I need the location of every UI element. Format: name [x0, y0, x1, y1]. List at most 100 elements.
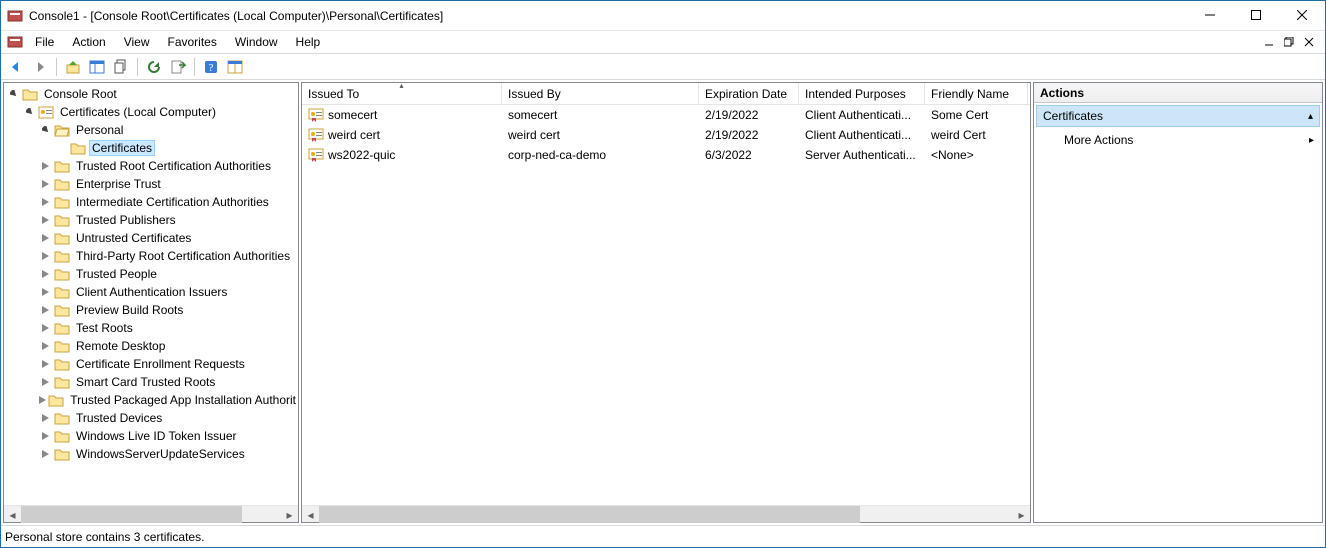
menu-help[interactable]: Help: [288, 33, 329, 51]
cell-purposes: Client Authenticati...: [799, 128, 925, 142]
minimize-button[interactable]: [1187, 1, 1233, 29]
tree-label: Trusted Packaged App Installation Author…: [68, 393, 298, 407]
certificate-list[interactable]: somecertsomecert2/19/2022Client Authenti…: [302, 105, 1030, 505]
tree-node[interactable]: Windows Live ID Token Issuer: [6, 427, 298, 445]
expand-icon[interactable]: [38, 248, 54, 264]
help-button[interactable]: ?: [200, 56, 222, 78]
expand-icon[interactable]: [38, 446, 54, 462]
refresh-button[interactable]: [143, 56, 165, 78]
menu-favorites[interactable]: Favorites: [160, 33, 225, 51]
scroll-left-icon[interactable]: ◂: [302, 506, 319, 523]
show-hide-tree-button[interactable]: [86, 56, 108, 78]
tree-node[interactable]: Trusted Devices: [6, 409, 298, 427]
list-pane: Issued To▴ Issued By Expiration Date Int…: [301, 82, 1031, 523]
scroll-right-icon[interactable]: ▸: [1013, 506, 1030, 523]
export-button[interactable]: [167, 56, 189, 78]
folder-icon: [54, 212, 70, 228]
tree-node[interactable]: Third-Party Root Certification Authoriti…: [6, 247, 298, 265]
mdi-restore-button[interactable]: [1281, 34, 1297, 50]
expand-icon[interactable]: [38, 410, 54, 426]
mdi-close-button[interactable]: [1301, 34, 1317, 50]
folder-open-icon: [54, 122, 70, 138]
folder-icon: [54, 356, 70, 372]
expand-icon[interactable]: [38, 176, 54, 192]
close-button[interactable]: [1279, 1, 1325, 29]
tree-node[interactable]: Trusted Packaged App Installation Author…: [6, 391, 298, 409]
column-issued-by[interactable]: Issued By: [502, 83, 699, 104]
tree-node-personal[interactable]: Personal: [6, 121, 298, 139]
tree-hscrollbar[interactable]: ◂ ▸: [4, 505, 298, 522]
tree-node[interactable]: Certificate Enrollment Requests: [6, 355, 298, 373]
tree-label: Trusted Devices: [74, 411, 164, 425]
column-expiration[interactable]: Expiration Date: [699, 83, 799, 104]
expand-icon[interactable]: [38, 302, 54, 318]
expand-placeholder: [54, 140, 70, 156]
expand-icon[interactable]: [38, 212, 54, 228]
collapse-icon[interactable]: [6, 86, 22, 102]
tree-node[interactable]: Trusted People: [6, 265, 298, 283]
folder-icon: [54, 230, 70, 246]
column-friendly[interactable]: Friendly Name: [925, 83, 1028, 104]
actions-more[interactable]: More Actions ▸: [1036, 129, 1320, 151]
mdi-minimize-button[interactable]: [1261, 34, 1277, 50]
scroll-right-icon[interactable]: ▸: [281, 506, 298, 523]
expand-icon[interactable]: [38, 356, 54, 372]
tree-node[interactable]: Smart Card Trusted Roots: [6, 373, 298, 391]
view-options-button[interactable]: [224, 56, 246, 78]
cell-friendly: Some Cert: [925, 108, 1028, 122]
copy-button[interactable]: [110, 56, 132, 78]
actions-section[interactable]: Certificates ▴: [1036, 105, 1320, 127]
list-hscrollbar[interactable]: ◂ ▸: [302, 505, 1030, 522]
expand-icon[interactable]: [38, 374, 54, 390]
tree-node[interactable]: Preview Build Roots: [6, 301, 298, 319]
tree-node[interactable]: Intermediate Certification Authorities: [6, 193, 298, 211]
up-button[interactable]: [62, 56, 84, 78]
tree-node[interactable]: Trusted Root Certification Authorities: [6, 157, 298, 175]
maximize-button[interactable]: [1233, 1, 1279, 29]
tree-node[interactable]: Enterprise Trust: [6, 175, 298, 193]
table-row[interactable]: somecertsomecert2/19/2022Client Authenti…: [302, 105, 1030, 125]
tree-node[interactable]: WindowsServerUpdateServices: [6, 445, 298, 463]
toolbar: ?: [1, 54, 1325, 80]
tree-node[interactable]: Trusted Publishers: [6, 211, 298, 229]
expand-icon[interactable]: [38, 230, 54, 246]
expand-icon[interactable]: [38, 320, 54, 336]
tree-label: WindowsServerUpdateServices: [74, 447, 247, 461]
console-tree[interactable]: Console Root Certificates (Local Compute…: [4, 83, 298, 505]
tree-label: Enterprise Trust: [74, 177, 163, 191]
mmc-icon: [7, 8, 23, 24]
forward-button[interactable]: [29, 56, 51, 78]
menu-file[interactable]: File: [27, 33, 62, 51]
collapse-icon[interactable]: ▴: [1308, 111, 1313, 122]
collapse-icon[interactable]: [22, 104, 38, 120]
titlebar[interactable]: Console1 - [Console Root\Certificates (L…: [1, 1, 1325, 31]
scroll-left-icon[interactable]: ◂: [4, 506, 21, 523]
menu-window[interactable]: Window: [227, 33, 286, 51]
menu-view[interactable]: View: [116, 33, 158, 51]
expand-icon[interactable]: [38, 428, 54, 444]
tree-node-certificates-local[interactable]: Certificates (Local Computer): [6, 103, 298, 121]
column-purposes[interactable]: Intended Purposes: [799, 83, 925, 104]
actions-pane: Actions Certificates ▴ More Actions ▸: [1033, 82, 1323, 523]
tree-node[interactable]: Remote Desktop: [6, 337, 298, 355]
collapse-icon[interactable]: [38, 122, 54, 138]
table-row[interactable]: ws2022-quiccorp-ned-ca-demo6/3/2022Serve…: [302, 145, 1030, 165]
expand-icon[interactable]: [38, 194, 54, 210]
tree-node-certificates[interactable]: Certificates: [6, 139, 298, 157]
back-button[interactable]: [5, 56, 27, 78]
expand-icon[interactable]: [38, 284, 54, 300]
expand-icon[interactable]: [38, 392, 48, 408]
tree-node[interactable]: Client Authentication Issuers: [6, 283, 298, 301]
table-row[interactable]: weird certweird cert2/19/2022Client Auth…: [302, 125, 1030, 145]
expand-icon[interactable]: [38, 338, 54, 354]
tree-label: Untrusted Certificates: [74, 231, 193, 245]
tree-node-console-root[interactable]: Console Root: [6, 85, 298, 103]
column-issued-to[interactable]: Issued To▴: [302, 83, 502, 104]
tree-node[interactable]: Test Roots: [6, 319, 298, 337]
menu-action[interactable]: Action: [64, 33, 113, 51]
toolbar-separator: [56, 58, 57, 76]
tree-label: Third-Party Root Certification Authoriti…: [74, 249, 292, 263]
expand-icon[interactable]: [38, 266, 54, 282]
tree-node[interactable]: Untrusted Certificates: [6, 229, 298, 247]
expand-icon[interactable]: [38, 158, 54, 174]
